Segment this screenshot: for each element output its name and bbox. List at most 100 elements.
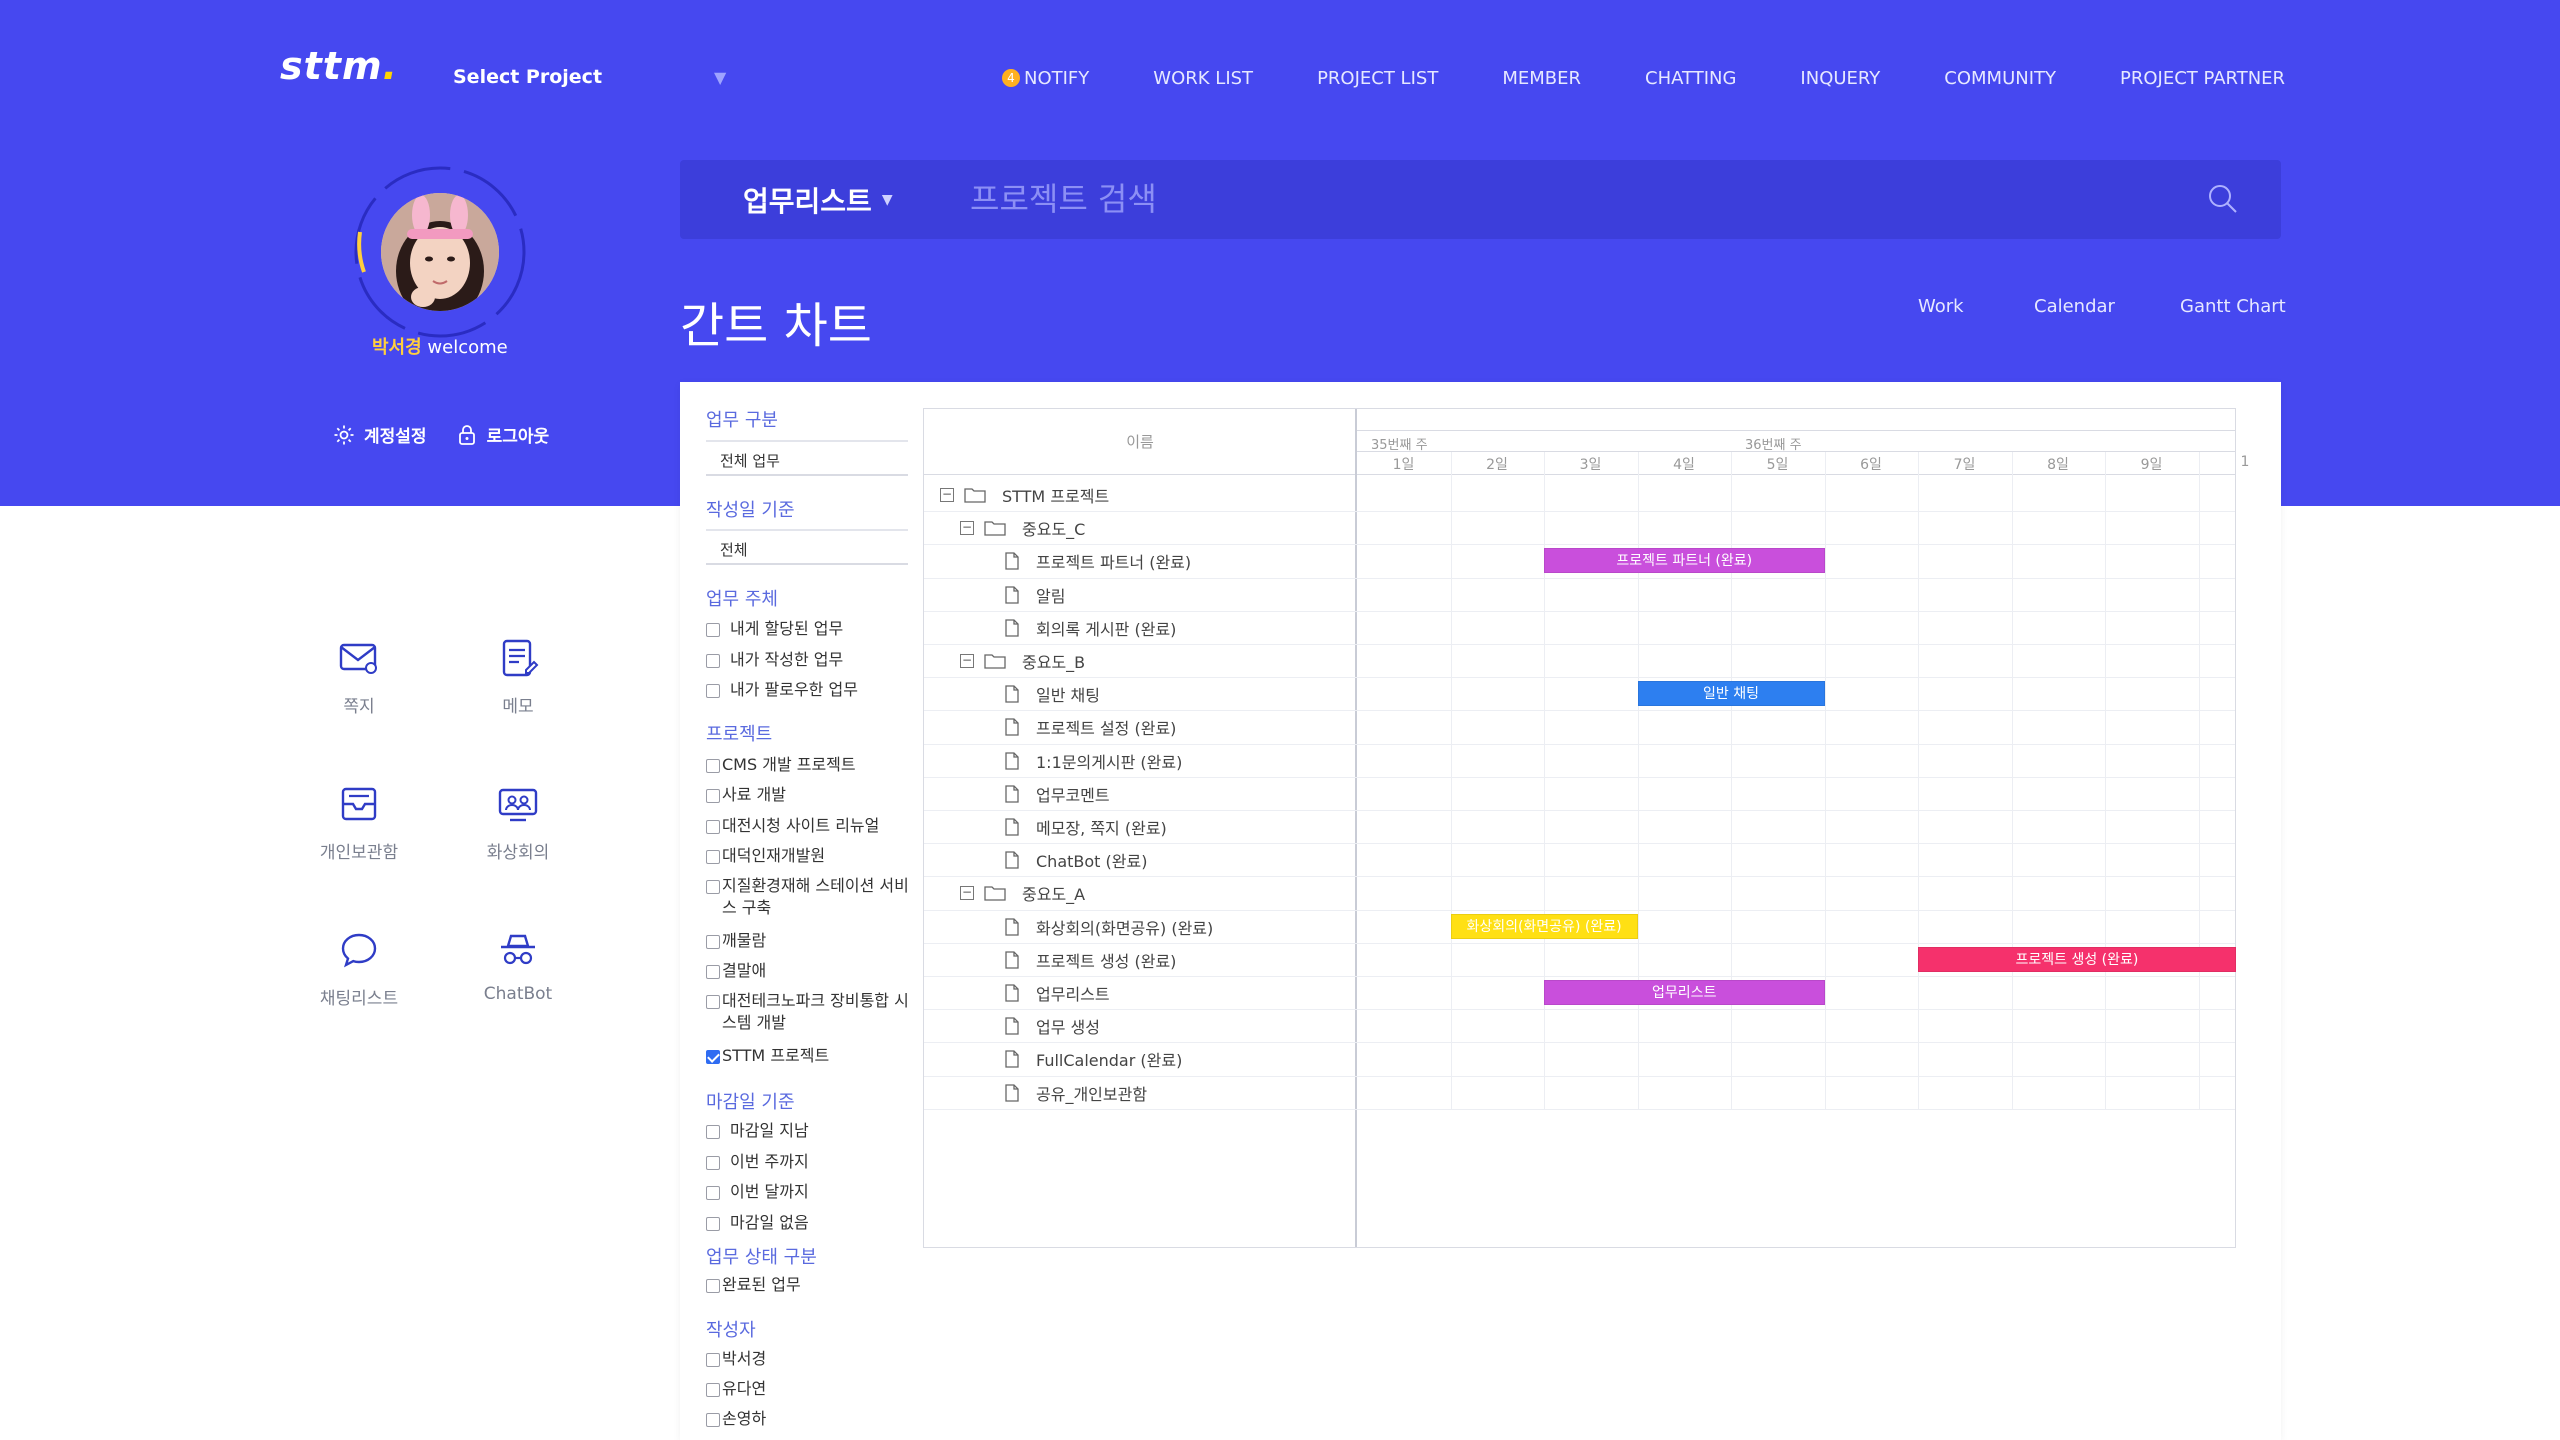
checkbox[interactable] bbox=[706, 1156, 720, 1170]
gantt-bar[interactable]: 프로젝트 생성 (완료) bbox=[1918, 946, 2236, 972]
logo[interactable]: sttm. bbox=[280, 44, 398, 88]
filter-status-option[interactable]: 완료된 업무 bbox=[706, 1274, 916, 1296]
checkbox[interactable] bbox=[706, 965, 720, 979]
gantt-bar[interactable]: 화상회의(화면공유) (완료) bbox=[1450, 913, 1638, 939]
filter-project-item[interactable]: 대덕인재개발원 bbox=[706, 845, 916, 867]
filter-deadline-option[interactable]: 이번 달까지 bbox=[706, 1181, 916, 1203]
view-calendar[interactable]: Calendar bbox=[2034, 296, 2115, 317]
filter-subject-written[interactable]: 내가 작성한 업무 bbox=[706, 649, 916, 671]
checkbox[interactable] bbox=[706, 1279, 720, 1293]
gantt-group-row[interactable]: − STTM 프로젝트 bbox=[940, 483, 1109, 507]
gantt-task-row[interactable]: 업무리스트 bbox=[1004, 981, 1110, 1005]
filter-project-item[interactable]: 사료 개발 bbox=[706, 784, 916, 806]
gantt-bar[interactable]: 일반 채팅 bbox=[1637, 681, 1825, 707]
filter-project-item[interactable]: 지질환경재해 스테이션 서비스 구축 bbox=[706, 875, 916, 919]
checkbox[interactable] bbox=[706, 820, 720, 834]
gantt-task-row[interactable]: 프로젝트 설정 (완료) bbox=[1004, 715, 1176, 739]
checkbox[interactable] bbox=[706, 935, 720, 949]
filter-author-option[interactable]: 박서경 bbox=[706, 1348, 916, 1370]
quick-link-chatbot[interactable]: ChatBot bbox=[438, 928, 598, 1004]
checkbox[interactable] bbox=[706, 684, 720, 698]
chevron-down-icon[interactable]: ▼ bbox=[714, 68, 726, 87]
collapse-toggle-icon[interactable]: − bbox=[960, 886, 974, 901]
quick-link-storage[interactable]: 개인보관함 bbox=[279, 782, 439, 863]
collapse-toggle-icon[interactable]: − bbox=[940, 488, 954, 502]
gantt-task-row[interactable]: 화상회의(화면공유) (완료) bbox=[1004, 915, 1213, 939]
checkbox[interactable] bbox=[706, 1186, 720, 1200]
account-settings-link[interactable]: 계정설정 bbox=[332, 422, 427, 447]
filter-project-item[interactable]: STTM 프로젝트 bbox=[706, 1045, 916, 1067]
checkbox[interactable] bbox=[706, 850, 720, 864]
view-work[interactable]: Work bbox=[1918, 296, 1964, 317]
gantt-group-row[interactable]: − 중요도_B bbox=[960, 649, 1085, 673]
avatar[interactable] bbox=[381, 193, 499, 311]
gantt-bar[interactable]: 업무리스트 bbox=[1544, 980, 1825, 1005]
gantt-bar[interactable]: 프로젝트 파트너 (완료) bbox=[1544, 548, 1825, 574]
gantt-task-row[interactable]: ChatBot (완료) bbox=[1004, 848, 1147, 872]
filter-date-select[interactable]: 전체 bbox=[706, 529, 908, 565]
quick-link-memo[interactable]: 메모 bbox=[438, 636, 598, 717]
gantt-group-row[interactable]: − 중요도_A bbox=[960, 881, 1085, 905]
nav-project-partner[interactable]: PROJECT PARTNER bbox=[2120, 68, 2285, 89]
checkbox[interactable] bbox=[706, 995, 720, 1009]
checkbox[interactable] bbox=[706, 1353, 720, 1367]
gantt-task-row[interactable]: 메모장, 쪽지 (완료) bbox=[1004, 815, 1167, 839]
nav-inquery[interactable]: INQUERY bbox=[1800, 68, 1880, 89]
search-input[interactable] bbox=[970, 174, 2170, 224]
gantt-divider[interactable] bbox=[1355, 409, 1357, 1247]
gantt-task-row[interactable]: 업무코멘트 bbox=[1004, 782, 1110, 806]
collapse-toggle-icon[interactable]: − bbox=[960, 521, 974, 536]
quick-link-video-meeting[interactable]: 화상회의 bbox=[438, 782, 598, 863]
gantt-task-row[interactable]: FullCalendar (완료) bbox=[1004, 1047, 1182, 1071]
filter-author-option[interactable]: 유다연 bbox=[706, 1378, 916, 1400]
logout-link[interactable]: 로그아웃 bbox=[455, 422, 549, 447]
filter-project-item[interactable]: 깨물람 bbox=[706, 930, 916, 952]
checkbox[interactable] bbox=[706, 1217, 720, 1231]
checkbox[interactable] bbox=[706, 623, 720, 637]
checkbox[interactable] bbox=[706, 1413, 720, 1427]
filter-subject-assigned[interactable]: 내게 할당된 업무 bbox=[706, 618, 916, 640]
filter-project-item[interactable]: 대전시청 사이트 리뉴얼 bbox=[706, 815, 916, 837]
checkbox[interactable] bbox=[706, 1125, 720, 1139]
gantt-task-row[interactable]: 프로젝트 파트너 (완료) bbox=[1004, 549, 1191, 573]
gantt-task-row[interactable]: 1:1문의게시판 (완료) bbox=[1004, 749, 1182, 773]
filter-author-option[interactable]: 손영하 bbox=[706, 1408, 916, 1430]
nav-project-list[interactable]: PROJECT LIST bbox=[1317, 68, 1438, 89]
gantt-group-row[interactable]: − 중요도_C bbox=[960, 516, 1085, 540]
filter-deadline-option[interactable]: 마감일 지남 bbox=[706, 1120, 916, 1142]
filter-project-item[interactable]: 대전테크노파크 장비통합 시스템 개발 bbox=[706, 990, 916, 1034]
checkbox[interactable] bbox=[706, 654, 720, 668]
gantt-day-label: 6일 bbox=[1860, 457, 1882, 473]
view-gantt-chart[interactable]: Gantt Chart bbox=[2180, 296, 2286, 317]
gantt-task-row[interactable]: 업무 생성 bbox=[1004, 1014, 1100, 1038]
quick-link-chat-list[interactable]: 채팅리스트 bbox=[279, 928, 439, 1009]
inbox-icon bbox=[341, 787, 377, 821]
nav-work-list[interactable]: WORK LIST bbox=[1153, 68, 1253, 89]
filter-project-item[interactable]: CMS 개발 프로젝트 bbox=[706, 754, 916, 776]
nav-notify[interactable]: 4 NOTIFY bbox=[1002, 68, 1089, 89]
quick-link-message[interactable]: 쪽지 bbox=[279, 636, 439, 717]
checkbox[interactable] bbox=[706, 759, 720, 773]
gantt-task-row[interactable]: 알림 bbox=[1004, 583, 1065, 607]
filter-type-select[interactable]: 전체 업무 bbox=[706, 440, 908, 476]
project-select[interactable]: Select Project bbox=[453, 66, 602, 88]
filter-project-item[interactable]: 결말애 bbox=[706, 960, 916, 982]
checkbox-checked[interactable] bbox=[706, 1050, 720, 1064]
gantt-task-row[interactable]: 공유_개인보관함 bbox=[1004, 1081, 1147, 1105]
checkbox[interactable] bbox=[706, 789, 720, 803]
checkbox[interactable] bbox=[706, 1383, 720, 1397]
nav-community[interactable]: COMMUNITY bbox=[1944, 68, 2056, 89]
filter-deadline-option[interactable]: 마감일 없음 bbox=[706, 1212, 916, 1234]
search-icon[interactable] bbox=[2206, 182, 2240, 216]
filter-deadline-option[interactable]: 이번 주까지 bbox=[706, 1151, 916, 1173]
nav-chatting[interactable]: CHATTING bbox=[1645, 68, 1736, 89]
filter-subject-followed[interactable]: 내가 팔로우한 업무 bbox=[706, 679, 916, 701]
nav-member[interactable]: MEMBER bbox=[1502, 68, 1581, 89]
collapse-toggle-icon[interactable]: − bbox=[960, 654, 974, 668]
category-select[interactable]: 업무리스트 ▼ bbox=[743, 180, 893, 220]
gantt-task-row[interactable]: 일반 채팅 bbox=[1004, 682, 1100, 706]
checkbox[interactable] bbox=[706, 880, 720, 894]
gantt-row-label: FullCalendar (완료) bbox=[1036, 1051, 1183, 1071]
gantt-task-row[interactable]: 회의록 게시판 (완료) bbox=[1004, 616, 1176, 640]
gantt-task-row[interactable]: 프로젝트 생성 (완료) bbox=[1004, 948, 1176, 972]
